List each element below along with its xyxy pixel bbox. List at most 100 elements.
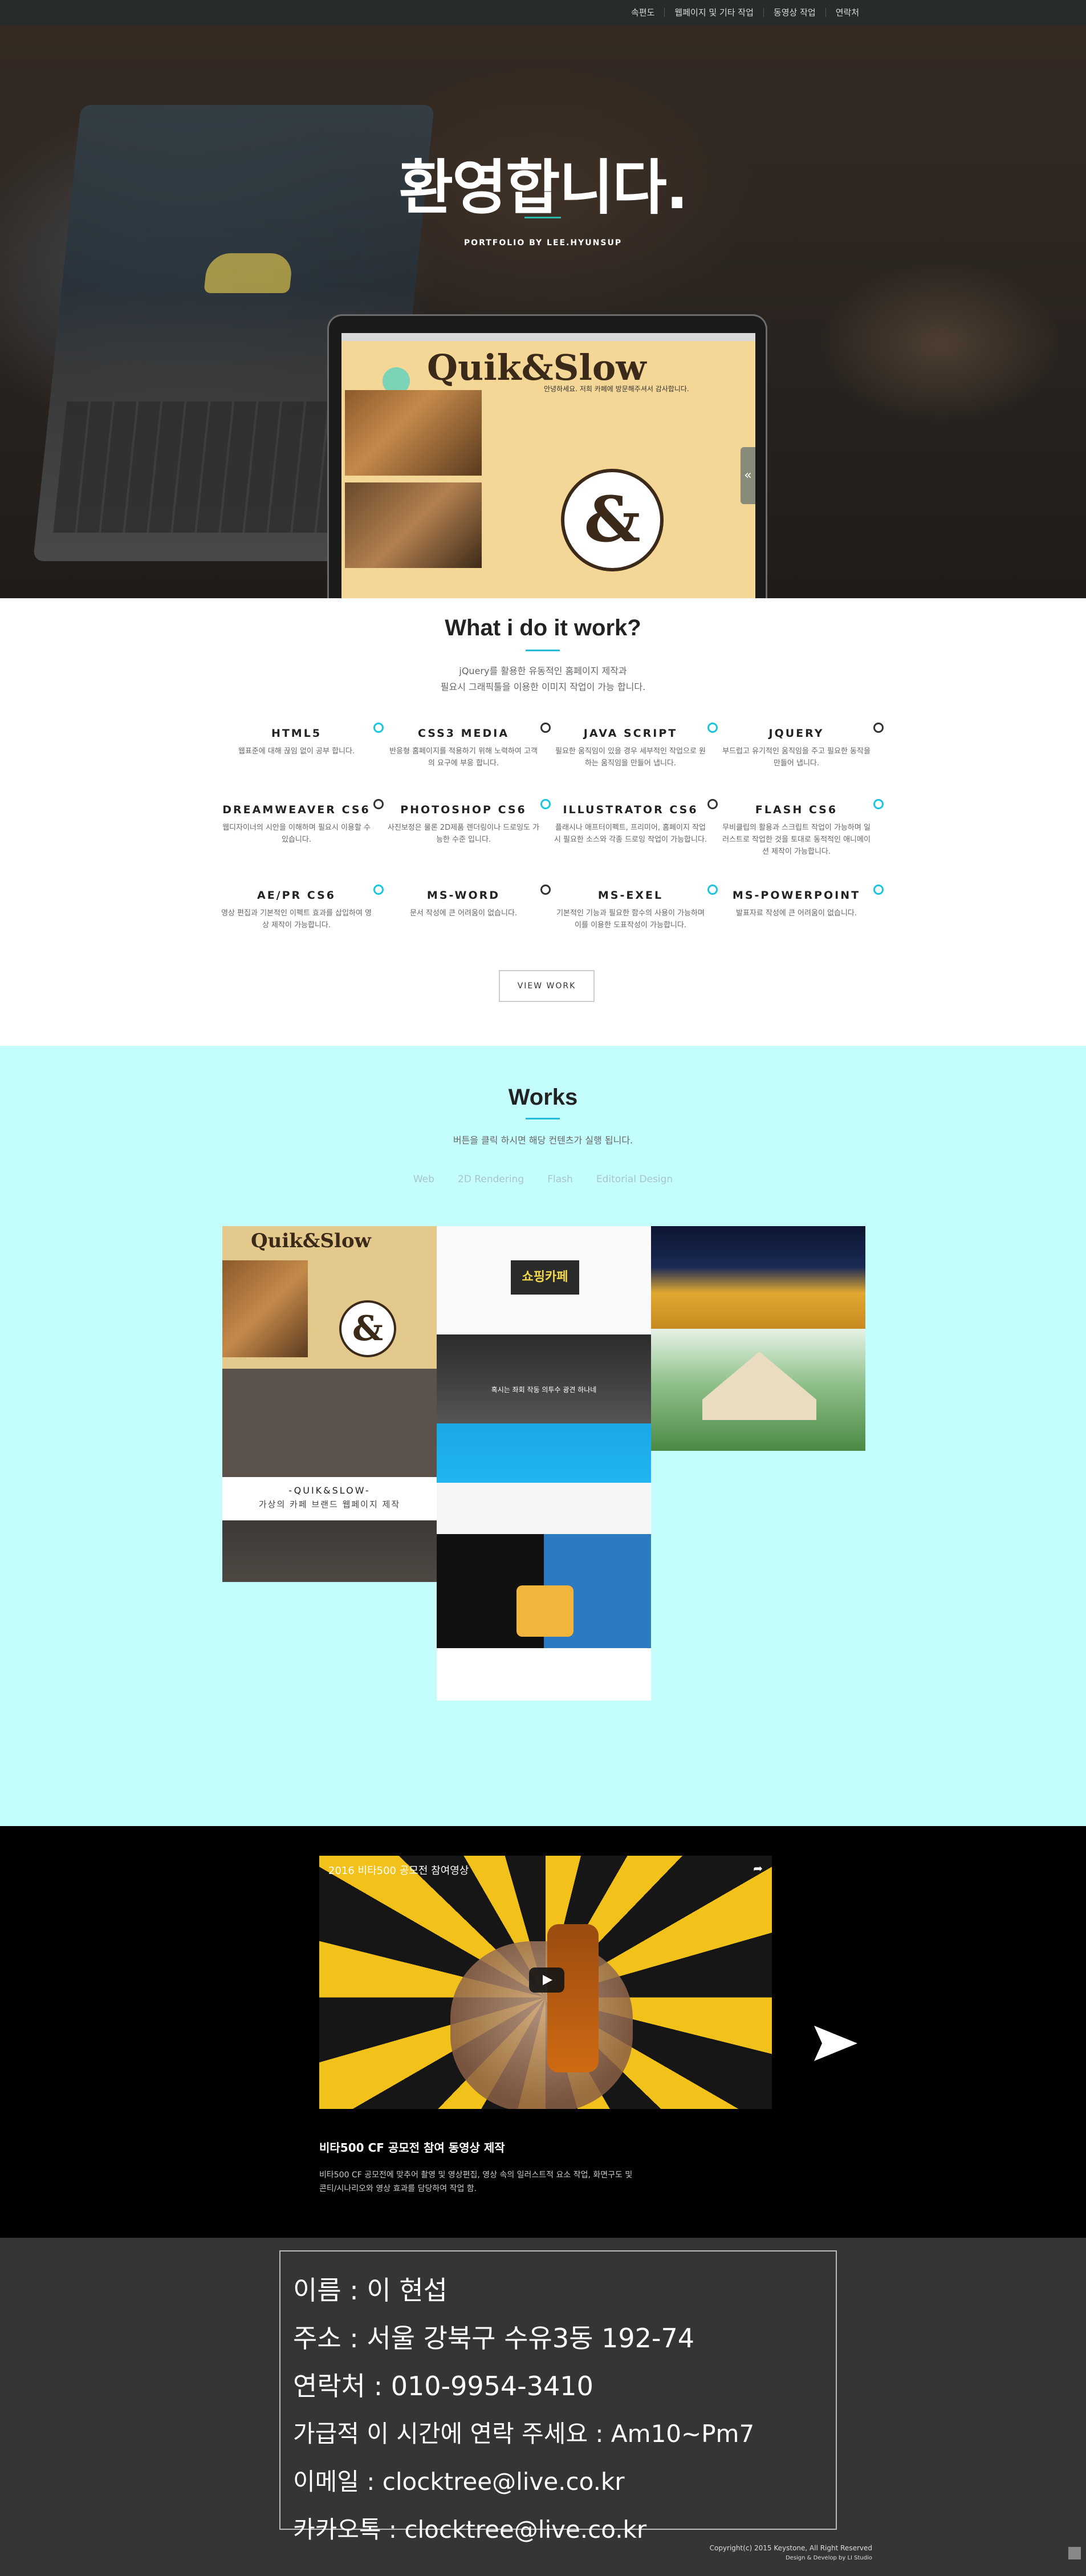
view-work-button[interactable]: VIEW WORK: [499, 970, 595, 1002]
thumb-shop-page: 쇼핑카페: [437, 1226, 651, 1334]
skills-title: What i do it work?: [445, 615, 641, 640]
skill-ms-excel: MS-EXEL 기본적인 기능과 필요한 함수의 사용이 가능하며 이를 이용한 …: [554, 885, 718, 931]
works-filters: Web 2D Rendering Flash Editorial Design: [0, 1174, 1086, 1185]
nav-item-video[interactable]: 동영상 작업: [763, 8, 825, 17]
skill-name: FLASH CS6: [755, 804, 838, 816]
video-player[interactable]: 2016 비타500 공모전 참여영상 ➦: [319, 1856, 772, 2109]
video-caption-title: 비타500 CF 공모전 참여 동영상 제작: [319, 2141, 505, 2155]
skills-desc-line2: 필요시 그래픽툴을 이용한 이미지 작업이 가능 합니다.: [440, 681, 646, 692]
contact-box: 이름 : 이 현섭 주소 : 서울 강북구 수유3동 192-74 연락처 : …: [279, 2250, 837, 2543]
thumb-desk-page: 혹시는 좌회 작동 의투수 광견 하나네: [437, 1334, 651, 1483]
contact-email[interactable]: 이메일 : clocktree@live.co.kr: [293, 2458, 823, 2506]
thumb-kids-image: [516, 1585, 573, 1637]
send-arrow-icon[interactable]: [814, 2026, 857, 2061]
filter-editorial-design[interactable]: Editorial Design: [596, 1174, 673, 1185]
thumb-map-view: [222, 1520, 437, 1582]
thumb-tag: 쇼핑카페: [511, 1260, 579, 1295]
video-title: 2016 비타500 공모전 참여영상: [328, 1865, 469, 1877]
copyright: Copyright(c) 2015 Keystone, All Right Re…: [710, 2543, 872, 2563]
contact-address: 주소 : 서울 강북구 수유3동 192-74: [293, 2323, 695, 2354]
thumb-icons-page: [437, 1483, 651, 1534]
works-description: 버튼을 클릭 하시면 해당 컨텐츠가 실행 됩니다.: [453, 1135, 633, 1146]
filter-web[interactable]: Web: [413, 1174, 434, 1185]
skill-dot-icon: [873, 799, 884, 809]
mock-photo-cafe: [345, 390, 482, 476]
skill-dot-icon: [373, 723, 384, 733]
thumb-footer-page: [437, 1648, 651, 1701]
filter-flash[interactable]: Flash: [547, 1174, 573, 1185]
thumb-food-page: [651, 1226, 865, 1329]
work-caption-title: -QUIK&SLOW-: [288, 1485, 371, 1496]
work-thumb-quikslow[interactable]: Quik&Slow & -QUIK&SLOW- 가상의 카페 브랜드 웹페이지 …: [222, 1226, 437, 1582]
video-bottle-image: [547, 1924, 599, 2072]
hero-title: 환영합니다.: [398, 153, 689, 222]
mock-ampersand-logo: &: [561, 469, 664, 571]
mock-photo-interior: [345, 482, 482, 568]
nav-item-web[interactable]: 웹페이지 및 기타 작업: [664, 8, 763, 17]
skill-dot-icon: [873, 723, 884, 733]
skill-desc: 무비클립의 활용과 스크립트 작업이 가능하며 일러스트로 작업한 것을 토대로…: [722, 823, 871, 856]
skill-name: AE/PR CS6: [257, 889, 336, 902]
skill-desc: 기본적인 기능과 필요한 함수의 사용이 가능하며 이를 이용한 도표작성이 가…: [556, 909, 705, 930]
skills-section: What i do it work? jQuery를 활용한 유동적인 홈페이지…: [0, 598, 1086, 1046]
thumb-mobile-view: [222, 1369, 437, 1477]
share-icon[interactable]: ➦: [753, 1861, 763, 1875]
works-title: Works: [508, 1085, 578, 1110]
skill-name: MS-POWERPOINT: [732, 889, 861, 902]
thumb-tent-image: [702, 1352, 816, 1420]
chevron-left-icon[interactable]: «: [741, 447, 755, 504]
laptop-mockup: Quik&Slow 안녕하세요. 저희 카페에 방문해주셔서 감사합니다. & …: [327, 314, 767, 598]
top-navigation: 속편도 웹페이지 및 기타 작업 동영상 작업 연락처: [0, 0, 1086, 25]
contact-section: 이름 : 이 현섭 주소 : 서울 강북구 수유3동 192-74 연락처 : …: [0, 2238, 1086, 2576]
skills-divider: [526, 650, 560, 651]
skill-dot-icon: [707, 723, 718, 733]
skill-dot-icon: [707, 799, 718, 809]
skill-name: JQUERY: [768, 727, 824, 740]
skill-desc: 사진보정은 물론 2D제품 렌더링이나 드로잉도 가능한 수준 입니다.: [387, 823, 540, 844]
skill-dreamweaver: DREAMWEAVER CS6 웹디자이너의 시안을 이해하며 필요시 이용할 수…: [219, 799, 384, 846]
skill-desc: 웹표준에 대해 끊임 없이 공부 합니다.: [238, 747, 355, 756]
skill-html5: HTML5 웹표준에 대해 끊임 없이 공부 합니다.: [219, 723, 384, 757]
work-caption-sub: 가상의 카페 브랜드 웹페이지 제작: [258, 1499, 401, 1510]
mock-text: 안녕하세요. 저희 카페에 방문해주셔서 감사합니다.: [544, 385, 689, 393]
skill-name: HTML5: [271, 727, 322, 740]
skill-css3: CSS3 MEDIA 반응형 홈페이지를 적용하기 위해 노력하여 고객의 요구에…: [387, 723, 551, 769]
skill-dot-icon: [373, 799, 384, 809]
work-thumb-web-collection[interactable]: 쇼핑카페 혹시는 좌회 작동 의투수 광견 하나네: [437, 1226, 651, 1701]
copyright-text: Copyright(c) 2015 Keystone, All Right Re…: [709, 2544, 872, 2552]
thumb-logo: Quik&Slow: [251, 1230, 371, 1252]
play-icon[interactable]: [529, 1968, 564, 1993]
scroll-top-button[interactable]: [1068, 2547, 1081, 2559]
laptop-screen: Quik&Slow 안녕하세요. 저희 카페에 방문해주셔서 감사합니다. & …: [341, 333, 755, 598]
work-thumb-camping[interactable]: [651, 1226, 865, 1451]
skill-name: JAVA SCRIPT: [583, 727, 678, 740]
skill-desc: 발표자료 작성에 큰 어려움이 없습니다.: [735, 909, 857, 918]
thumb-photo: [222, 1260, 308, 1357]
skill-dot-icon: [707, 885, 718, 895]
hero-subtitle: PORTFOLIO BY LEE.HYUNSUP: [463, 238, 623, 248]
skill-dot-icon: [873, 885, 884, 895]
contact-name: 이름 : 이 현섭: [293, 2275, 448, 2306]
video-caption-desc: 비타500 CF 공모전에 맞추어 촬영 및 영상편집, 영상 속의 일러스트적…: [319, 2171, 633, 2193]
thumb-cosmetics-page: [437, 1534, 651, 1648]
video-hand-image: [450, 1941, 633, 2109]
hero-section: 환영합니다. PORTFOLIO BY LEE.HYUNSUP Quik&Slo…: [0, 25, 1086, 598]
skill-dot-icon: [540, 799, 551, 809]
skill-desc: 영상 편집과 기본적인 이펙트 효과를 삽입하여 영상 제작이 가능합니다.: [221, 909, 372, 930]
work-caption: -QUIK&SLOW- 가상의 카페 브랜드 웹페이지 제작: [222, 1477, 437, 1520]
skill-ae-pr: AE/PR CS6 영상 편집과 기본적인 이펙트 효과를 삽입하여 영상 제작이…: [219, 885, 384, 931]
nav-item-home[interactable]: 속편도: [621, 8, 664, 17]
skill-desc: 필요한 움직임이 있을 경우 세부적인 작업으로 원하는 움직임을 만들어 냅니…: [555, 747, 706, 768]
toy-car-image: [204, 253, 294, 293]
credit-text: Design & Develop by LI Studio: [785, 2555, 872, 2561]
skill-photoshop: PHOTOSHOP CS6 사진보정은 물론 2D제품 렌더링이나 드로잉도 가능…: [387, 799, 551, 846]
skill-name: MS-WORD: [426, 889, 501, 902]
skill-ms-word: MS-WORD 문서 작성에 큰 어려움이 없습니다.: [387, 885, 551, 919]
mock-logo: Quik&Slow: [427, 347, 646, 388]
skill-dot-icon: [373, 885, 384, 895]
nav-item-contact[interactable]: 연락처: [825, 8, 869, 17]
skill-dot-icon: [540, 885, 551, 895]
works-section: Works 버튼을 클릭 하시면 해당 컨텐츠가 실행 됩니다. Web 2D …: [0, 1046, 1086, 1826]
skill-desc: 웹디자이너의 시안을 이해하며 필요시 이용할 수 있습니다.: [222, 823, 371, 844]
filter-2d-rendering[interactable]: 2D Rendering: [458, 1174, 524, 1185]
